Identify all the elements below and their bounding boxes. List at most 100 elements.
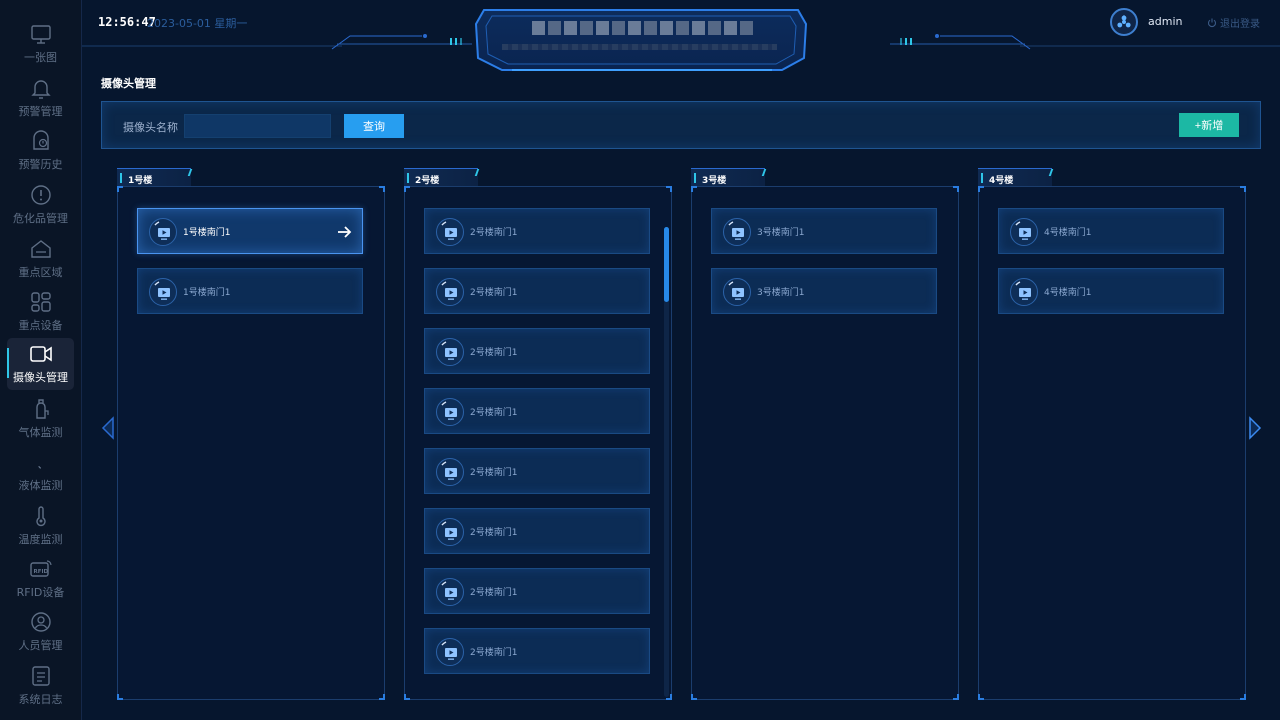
panel-tab: 1号楼 xyxy=(117,168,193,186)
sidebar-item[interactable]: 一张图 xyxy=(7,18,74,70)
power-icon xyxy=(1207,18,1217,27)
sidebar-item[interactable]: 人员管理 xyxy=(7,606,74,658)
camera-card[interactable]: 3号楼南门1 xyxy=(711,268,937,314)
panel-body: 1号楼南门1 1号楼南门1 xyxy=(117,186,385,700)
camera-monitor-icon xyxy=(149,278,177,306)
camera-card[interactable]: 2号楼南门1 xyxy=(424,388,650,434)
building-title: 3号楼 xyxy=(702,176,727,186)
camera-name-input[interactable] xyxy=(184,114,331,138)
camera-monitor-icon xyxy=(723,278,751,306)
camera-card[interactable]: 2号楼南门1 xyxy=(424,328,650,374)
camera-monitor-icon xyxy=(436,218,464,246)
building-title: 1号楼 xyxy=(128,176,153,186)
sidebar-item[interactable]: 摄像头管理 xyxy=(7,338,74,390)
camera-name: 4号楼南门1 xyxy=(1044,228,1092,238)
user-avatar[interactable] xyxy=(1110,8,1138,36)
bell-icon xyxy=(30,80,51,99)
sidebar-item-label: 液体监测 xyxy=(18,479,63,492)
scrollbar-thumb[interactable] xyxy=(664,227,669,302)
user-avatar-icon xyxy=(1117,15,1131,28)
gas-icon xyxy=(35,399,49,419)
username[interactable]: admin xyxy=(1148,15,1182,28)
sidebar-item-label: 系统日志 xyxy=(18,693,63,706)
sidebar-item[interactable]: RFID RFID设备 xyxy=(7,553,74,605)
camera-card[interactable]: 1号楼南门1 xyxy=(137,208,363,254)
camera-name: 2号楼南门1 xyxy=(470,288,518,298)
panel-body: 2号楼南门1 2号楼南门1 2号楼南门1 2号楼南门1 2号楼南门1 2号楼南门1 2号楼南… xyxy=(404,186,672,700)
camera-name: 1号楼南门1 xyxy=(183,288,231,298)
person-icon xyxy=(30,612,51,632)
page-title: 摄像头管理 xyxy=(101,77,156,90)
camera-monitor-icon xyxy=(436,398,464,426)
camera-card[interactable]: 2号楼南门1 xyxy=(424,448,650,494)
camera-monitor-icon xyxy=(436,278,464,306)
header-decoration xyxy=(82,9,1280,71)
camera-name: 2号楼南门1 xyxy=(470,648,518,658)
sidebar-item-label: 摄像头管理 xyxy=(13,371,68,384)
camera-card[interactable]: 2号楼南门1 xyxy=(424,268,650,314)
camera-card[interactable]: 4号楼南门1 xyxy=(998,268,1224,314)
sidebar-item[interactable]: 液体监测 xyxy=(7,446,74,498)
camera-monitor-icon xyxy=(436,638,464,666)
camera-card[interactable]: 1号楼南门1 xyxy=(137,268,363,314)
camera-name: 3号楼南门1 xyxy=(757,228,805,238)
sidebar-item-label: 人员管理 xyxy=(18,639,63,652)
logout-label: 退出登录 xyxy=(1220,19,1260,30)
sidebar-item-label: 预警历史 xyxy=(18,158,63,171)
camera-name: 2号楼南门1 xyxy=(470,348,518,358)
sidebar-item[interactable]: 温度监测 xyxy=(7,500,74,552)
sidebar-item-label: 重点设备 xyxy=(18,319,63,332)
camera-monitor-icon xyxy=(149,218,177,246)
sidebar-item[interactable]: 重点设备 xyxy=(7,286,74,338)
home-area-icon xyxy=(30,240,51,258)
sidebar-item[interactable]: 危化品管理 xyxy=(7,179,74,231)
svg-text:RFID: RFID xyxy=(33,569,48,575)
sidebar-item-label: 预警管理 xyxy=(18,105,63,118)
sidebar-item-label: 气体监测 xyxy=(18,426,63,439)
sidebar-item[interactable]: 预警管理 xyxy=(7,72,74,124)
device-grid-icon xyxy=(30,292,51,312)
sidebar-item[interactable]: 气体监测 xyxy=(7,393,74,445)
camera-name: 2号楼南门1 xyxy=(470,408,518,418)
next-page-arrow-icon[interactable] xyxy=(1247,416,1263,440)
sidebar-item[interactable]: 系统日志 xyxy=(7,660,74,712)
logout-button[interactable]: 退出登录 xyxy=(1207,15,1260,30)
camera-name-label: 摄像头名称 xyxy=(123,121,178,134)
sidebar-item-label: 温度监测 xyxy=(18,533,63,546)
query-button[interactable]: 查询 xyxy=(344,114,404,138)
sidebar-item-label: 重点区域 xyxy=(18,266,63,279)
building-panel: 3号楼南门1 3号楼南门1 3号楼 xyxy=(691,168,959,700)
camera-card[interactable]: 2号楼南门1 xyxy=(424,568,650,614)
sidebar-item[interactable]: 重点区域 xyxy=(7,233,74,285)
camera-monitor-icon xyxy=(436,458,464,486)
camera-card[interactable]: 2号楼南门1 xyxy=(424,508,650,554)
building-title: 2号楼 xyxy=(415,176,440,186)
thermometer-icon xyxy=(35,506,46,527)
camera-name: 2号楼南门1 xyxy=(470,528,518,538)
header: 12:56:47 2023-05-01 星期一 admin 退出登录 xyxy=(82,0,1280,80)
sidebar-item[interactable]: 预警历史 xyxy=(7,125,74,177)
sidebar-item-label: 一张图 xyxy=(24,51,57,64)
panel-tab: 2号楼 xyxy=(404,168,480,186)
camera-name: 3号楼南门1 xyxy=(757,288,805,298)
camera-card[interactable]: 3号楼南门1 xyxy=(711,208,937,254)
camera-name: 4号楼南门1 xyxy=(1044,288,1092,298)
system-subtitle-redacted xyxy=(502,44,777,50)
camera-monitor-icon xyxy=(1010,218,1038,246)
camera-card[interactable]: 2号楼南门1 xyxy=(424,628,650,674)
prev-page-arrow-icon[interactable] xyxy=(100,416,116,440)
warning-circle-icon xyxy=(30,185,51,205)
panel-body: 4号楼南门1 4号楼南门1 xyxy=(978,186,1246,700)
camera-name: 2号楼南门1 xyxy=(470,588,518,598)
add-button[interactable]: +新增 xyxy=(1179,113,1239,137)
camera-card[interactable]: 2号楼南门1 xyxy=(424,208,650,254)
panel-scrollbar[interactable] xyxy=(664,227,669,697)
droplet-icon xyxy=(37,465,41,469)
rfid-icon: RFID xyxy=(29,560,52,577)
log-icon xyxy=(31,666,50,686)
monitor-icon xyxy=(30,25,51,44)
sidebar: 一张图预警管理预警历史危化品管理重点区域重点设备摄像头管理气体监测液体监测温度监… xyxy=(0,0,82,720)
camera-card[interactable]: 4号楼南门1 xyxy=(998,208,1224,254)
panel-body: 3号楼南门1 3号楼南门1 xyxy=(691,186,959,700)
arrow-right-icon[interactable] xyxy=(336,224,352,240)
